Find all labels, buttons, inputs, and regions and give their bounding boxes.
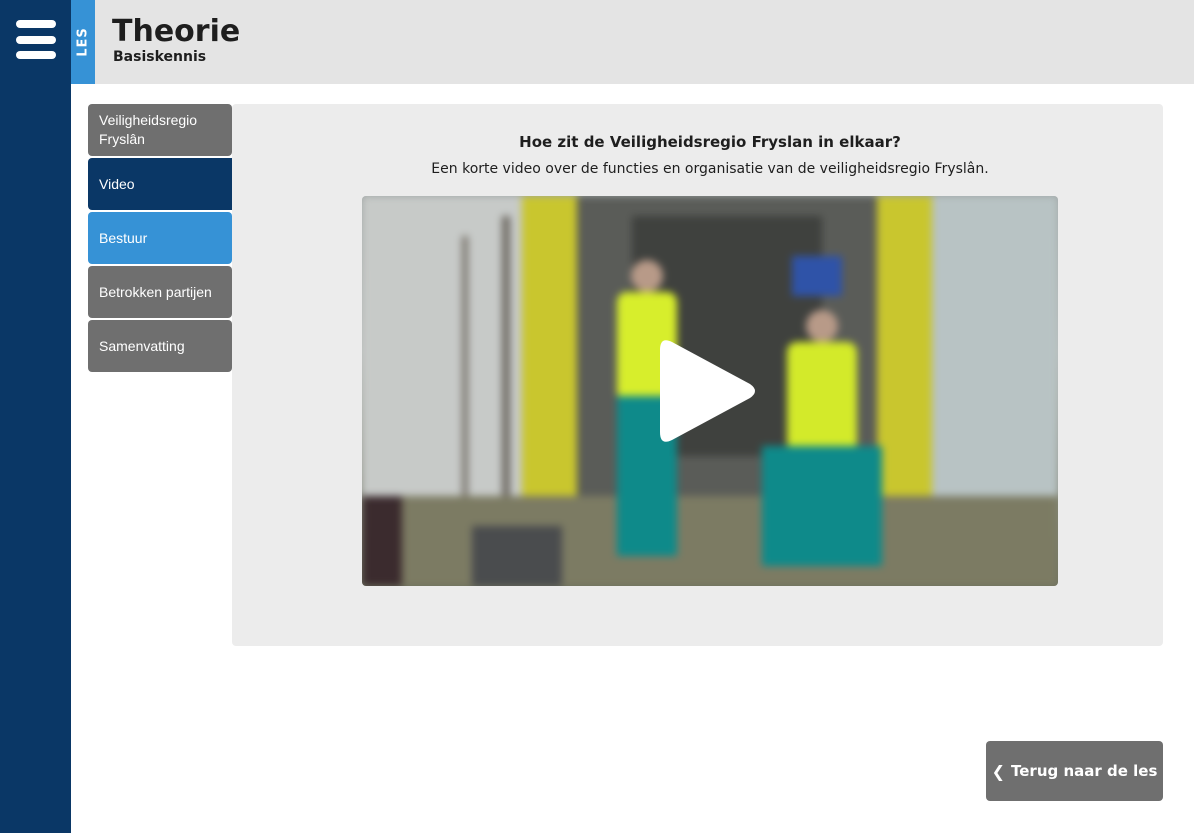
back-button-label: Terug naar de les (1011, 762, 1158, 780)
menu-item-label: Samenvatting (99, 337, 185, 354)
play-icon[interactable] (658, 336, 758, 446)
chevron-left-icon: ❮ (991, 761, 1006, 781)
content-title: Hoe zit de Veiligheidsregio Fryslan in e… (519, 133, 901, 151)
menu-item-bestuur[interactable]: Bestuur (88, 212, 232, 264)
menu-item-label: Video (99, 175, 135, 192)
content-panel: Hoe zit de Veiligheidsregio Fryslan in e… (232, 104, 1163, 646)
page-subtitle: Basiskennis (113, 49, 207, 65)
menu-item-label: Bestuur (99, 229, 148, 246)
menu-item-label: Betrokken partijen (99, 283, 212, 300)
side-navigation-bar (0, 0, 71, 833)
les-tab: LES (71, 0, 95, 84)
video-player[interactable] (362, 196, 1058, 586)
page-title: Theorie (112, 14, 241, 49)
page-header: LES Theorie Basiskennis (71, 0, 1194, 84)
content-description: Een korte video over de functies en orga… (431, 161, 989, 177)
hamburger-menu-icon[interactable] (14, 18, 58, 62)
menu-item-betrokken-partijen[interactable]: Betrokken partijen (88, 266, 232, 318)
les-tab-label: LES (75, 27, 91, 57)
back-to-lesson-button[interactable]: ❮ Terug naar de les (986, 741, 1163, 801)
menu-item-veiligheidsregio[interactable]: Veiligheidsregio Fryslân (88, 104, 232, 156)
menu-item-samenvatting[interactable]: Samenvatting (88, 320, 232, 372)
menu-item-label: Veiligheidsregio Fryslân (99, 112, 198, 147)
